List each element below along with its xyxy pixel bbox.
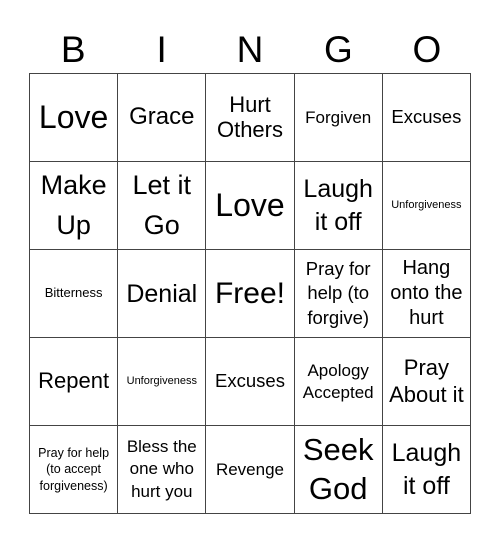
cell-text: Revenge: [215, 459, 285, 479]
cell-text: Forgiven: [305, 107, 372, 127]
bingo-cell[interactable]: Denial: [118, 250, 207, 338]
bingo-header: B I N G O: [29, 30, 471, 70]
bingo-cell[interactable]: Let it Go: [118, 162, 207, 250]
cell-text: Denial: [126, 279, 198, 308]
bingo-cell[interactable]: Pray for help (to accept forgiveness): [30, 426, 119, 514]
bingo-cell[interactable]: Laugh it off: [382, 426, 471, 514]
header-letter-o: O: [412, 29, 442, 70]
bingo-cell[interactable]: Hang onto the hurt: [382, 250, 471, 338]
bingo-cell[interactable]: Forgiven: [294, 74, 383, 162]
cell-text: Excuses: [215, 370, 285, 392]
bingo-cell[interactable]: Excuses: [382, 74, 471, 162]
bingo-cell[interactable]: Excuses: [206, 338, 295, 426]
cell-text: Excuses: [391, 106, 462, 128]
cell-text: Grace: [129, 103, 195, 131]
cell-text: Unforgiveness: [126, 375, 197, 388]
cell-text: Make Up: [40, 170, 107, 240]
cell-text: Unforgiveness: [391, 199, 462, 212]
bingo-cell[interactable]: Repent: [30, 338, 119, 426]
bingo-cell[interactable]: Make Up: [30, 162, 119, 250]
header-letter-n: N: [236, 29, 264, 70]
bingo-cell[interactable]: Hurt Others: [206, 74, 295, 162]
bingo-cell[interactable]: Revenge: [206, 426, 295, 514]
bingo-cell[interactable]: Pray About it: [382, 338, 471, 426]
cell-text: Pray for help (to forgive): [305, 258, 371, 328]
bingo-cell[interactable]: Love: [206, 162, 295, 250]
bingo-cell[interactable]: Seek God: [294, 426, 383, 514]
cell-text: Seek God: [302, 431, 374, 506]
bingo-cell[interactable]: Love: [30, 74, 119, 162]
cell-text: Pray for help (to accept forgiveness): [38, 446, 110, 493]
cell-text: Let it Go: [132, 170, 192, 240]
cell-text: Bitterness: [44, 285, 103, 301]
cell-text: Love: [38, 98, 109, 135]
cell-text: Apology Accepted: [302, 361, 374, 402]
bingo-cell[interactable]: Bitterness: [30, 250, 119, 338]
bingo-cell[interactable]: Bless the one who hurt you: [118, 426, 207, 514]
bingo-cell[interactable]: Apology Accepted: [294, 338, 383, 426]
bingo-cell[interactable]: Pray for help (to forgive): [294, 250, 383, 338]
cell-text: Pray About it: [389, 355, 464, 407]
cell-text: Hurt Others: [216, 91, 283, 142]
header-letter-i: I: [156, 29, 167, 70]
cell-text: Laugh it off: [303, 175, 373, 236]
cell-text: Hang onto the hurt: [390, 257, 463, 329]
cell-text: Laugh it off: [391, 439, 462, 500]
bingo-cell[interactable]: Laugh it off: [294, 162, 383, 250]
header-letter-g: G: [324, 29, 353, 70]
bingo-cell[interactable]: Unforgiveness: [382, 162, 471, 250]
bingo-cell[interactable]: Free!: [206, 250, 295, 338]
bingo-cell[interactable]: Grace: [118, 74, 207, 162]
cell-text: Bless the one who hurt you: [126, 437, 197, 501]
bingo-grid: Love Grace Hurt Others Forgiven Excuses …: [29, 73, 471, 514]
cell-text: Love: [215, 186, 285, 223]
cell-text: Repent: [38, 368, 110, 394]
cell-text: Free!: [214, 276, 285, 310]
bingo-cell[interactable]: Unforgiveness: [118, 338, 207, 426]
header-letter-b: B: [60, 29, 86, 70]
